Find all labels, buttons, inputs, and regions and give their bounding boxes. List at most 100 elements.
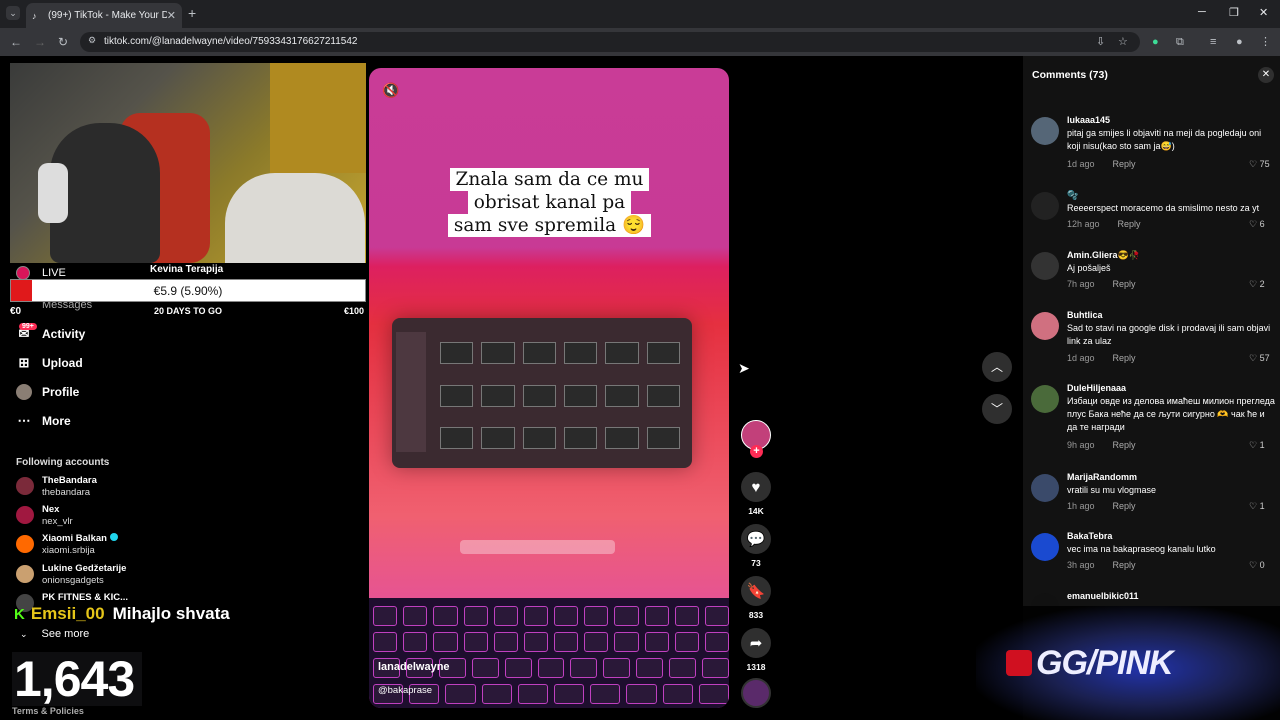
comment-button[interactable]: 💬 73 [738, 524, 774, 568]
save-button[interactable]: 🔖 833 [738, 576, 774, 620]
mute-icon[interactable]: 🔇 [382, 82, 399, 99]
avatar[interactable] [1031, 533, 1059, 561]
forward-icon[interactable]: → [34, 34, 46, 50]
avatar [16, 535, 34, 553]
viewer-count: 1,643 [12, 652, 142, 706]
share-button[interactable]: ➦ 1318 [738, 628, 774, 672]
comment-like-button[interactable]: ♡ 57 [1249, 353, 1270, 364]
next-video-button[interactable]: ﹀ [982, 394, 1012, 424]
music-disc-icon[interactable] [741, 678, 771, 708]
account-handle: nex_vlr [42, 516, 73, 527]
chat-username: Emsii_00 [30, 604, 105, 623]
reply-button[interactable]: Reply [1113, 440, 1136, 450]
address-bar[interactable]: tiktok.com/@lanadelwayne/video/759334317… [80, 32, 1140, 52]
comment-time: 9h ago [1067, 440, 1095, 450]
reply-button[interactable]: Reply [1113, 560, 1136, 570]
caption-line: obrisat kanal pa [467, 191, 632, 214]
avatar[interactable] [1031, 252, 1059, 280]
goal-title: Kevina Terapija [150, 264, 224, 275]
sidebar-item-label: LIVE [42, 267, 66, 279]
profile-avatar-icon[interactable]: ● [1236, 35, 1243, 49]
reply-button[interactable]: Reply [1118, 219, 1141, 229]
avatar[interactable] [1031, 117, 1059, 145]
goal-amount: €5.9 (5.90%) [153, 284, 223, 298]
comment-username[interactable]: Buhtlica [1067, 310, 1103, 320]
sidebar-item-more[interactable]: ⋯ More [16, 413, 71, 429]
close-tab-icon[interactable]: ✕ [167, 9, 176, 22]
reply-button[interactable]: Reply [1113, 279, 1136, 289]
comment-time: 12h ago [1067, 219, 1100, 229]
back-icon[interactable]: ← [10, 34, 22, 50]
following-account[interactable]: Lukine Gedžetarije onionsgadgets [16, 563, 126, 587]
reply-button[interactable]: Reply [1113, 501, 1136, 511]
sidebar-item-live[interactable]: LIVE [16, 266, 66, 280]
comment-username[interactable]: Amin.Gliera😎🥀 [1067, 250, 1140, 261]
terms-link[interactable]: Terms & Policies [12, 706, 84, 716]
video-author[interactable]: lanadelwayne [378, 661, 450, 673]
bookmark-star-icon[interactable]: ☆ [1118, 35, 1128, 49]
sidebar-item-label: Profile [42, 385, 80, 399]
previous-video-button[interactable]: ︿ [982, 352, 1012, 382]
new-tab-icon[interactable]: + [188, 6, 196, 20]
like-count: 14K [748, 506, 764, 516]
account-name: PK FITNES & KIC... [42, 592, 129, 603]
install-app-icon[interactable]: ⇩ [1096, 35, 1105, 49]
following-account[interactable]: TheBandara thebandara [16, 475, 97, 499]
browser-tab[interactable]: ♪ (99+) TikTok - Make Your Day ✕ [26, 3, 182, 28]
mouse-cursor-icon: ➤ [738, 360, 750, 376]
like-button[interactable]: ♥ 14K [738, 472, 774, 516]
reply-button[interactable]: Reply [1113, 159, 1136, 169]
comment-time: 1h ago [1067, 501, 1095, 511]
reply-button[interactable]: Reply [1113, 353, 1136, 363]
video-mention[interactable]: @bakaprase [378, 685, 432, 696]
laptop-screen-visual [392, 318, 692, 468]
extensions-puzzle-icon[interactable]: ⧉ [1176, 35, 1184, 49]
following-account[interactable]: Nex nex_vlr [16, 504, 73, 528]
finder-sidebar [396, 332, 426, 452]
comment-like-button[interactable]: ♡ 1 [1249, 501, 1265, 512]
close-window-icon[interactable]: ✕ [1259, 6, 1268, 19]
goal-days-left: 20 DAYS TO GO [154, 306, 223, 316]
comment-username[interactable]: 🫧 [1067, 190, 1078, 201]
comment-username[interactable]: emanuelbikic011 [1067, 591, 1139, 601]
chat-text: Mihajlo shvata [112, 604, 230, 623]
sidebar-item-label: More [42, 414, 71, 428]
comment-like-button[interactable]: ♡ 0 [1249, 560, 1265, 571]
webcam-headphones [38, 163, 68, 223]
stream-chat-message: K Emsii_00 Mihajlo shvata [14, 604, 230, 624]
see-more-label: See more [41, 628, 90, 640]
comment-like-button[interactable]: ♡ 1 [1249, 440, 1265, 451]
comment-like-button[interactable]: ♡ 75 [1249, 159, 1270, 170]
avatar[interactable] [1031, 192, 1059, 220]
comment-username[interactable]: lukaaa145 [1067, 115, 1110, 125]
extension-icon[interactable]: ● [1152, 35, 1159, 49]
avatar[interactable] [1031, 312, 1059, 340]
reading-list-icon[interactable]: ≡ [1210, 35, 1216, 49]
comment-time: 1d ago [1067, 159, 1095, 169]
following-account[interactable]: Xiaomi Balkan xiaomi.srbija [16, 533, 118, 557]
sidebar-item-profile[interactable]: Profile [16, 384, 79, 400]
browser-menu-icon[interactable]: ⋮ [1260, 35, 1271, 49]
more-icon: ⋯ [17, 413, 31, 428]
maximize-icon[interactable]: ❐ [1229, 6, 1239, 19]
comment-username[interactable]: DuleHiljenaaa [1067, 383, 1126, 393]
see-more-button[interactable]: ⌄ See more [20, 628, 89, 640]
avatar[interactable] [1031, 474, 1059, 502]
bookmark-icon: 🔖 [741, 576, 771, 606]
comment-username[interactable]: BakaTebra [1067, 531, 1112, 541]
tab-search-icon[interactable]: ⌄ [6, 6, 20, 20]
verified-icon [109, 533, 118, 541]
sidebar-item-upload[interactable]: ⊞ Upload [16, 355, 83, 371]
minimize-icon[interactable]: ─ [1198, 6, 1206, 18]
comment-text: Избаци овде из делова имаћеш милион прег… [1067, 396, 1275, 432]
webcam-shelf [270, 63, 366, 173]
avatar[interactable] [1031, 385, 1059, 413]
reload-icon[interactable]: ↻ [58, 34, 68, 50]
comment-like-button[interactable]: ♡ 6 [1249, 219, 1265, 230]
close-comments-icon[interactable]: ✕ [1258, 67, 1274, 83]
follow-plus-icon[interactable]: + [750, 445, 763, 458]
video-caption: Znala sam da ce mu obrisat kanal pa sam … [441, 168, 658, 237]
comment-username[interactable]: MarijaRandomm [1067, 472, 1137, 482]
comment-like-button[interactable]: ♡ 2 [1249, 279, 1265, 290]
site-info-icon[interactable]: ⚙ [88, 35, 96, 46]
